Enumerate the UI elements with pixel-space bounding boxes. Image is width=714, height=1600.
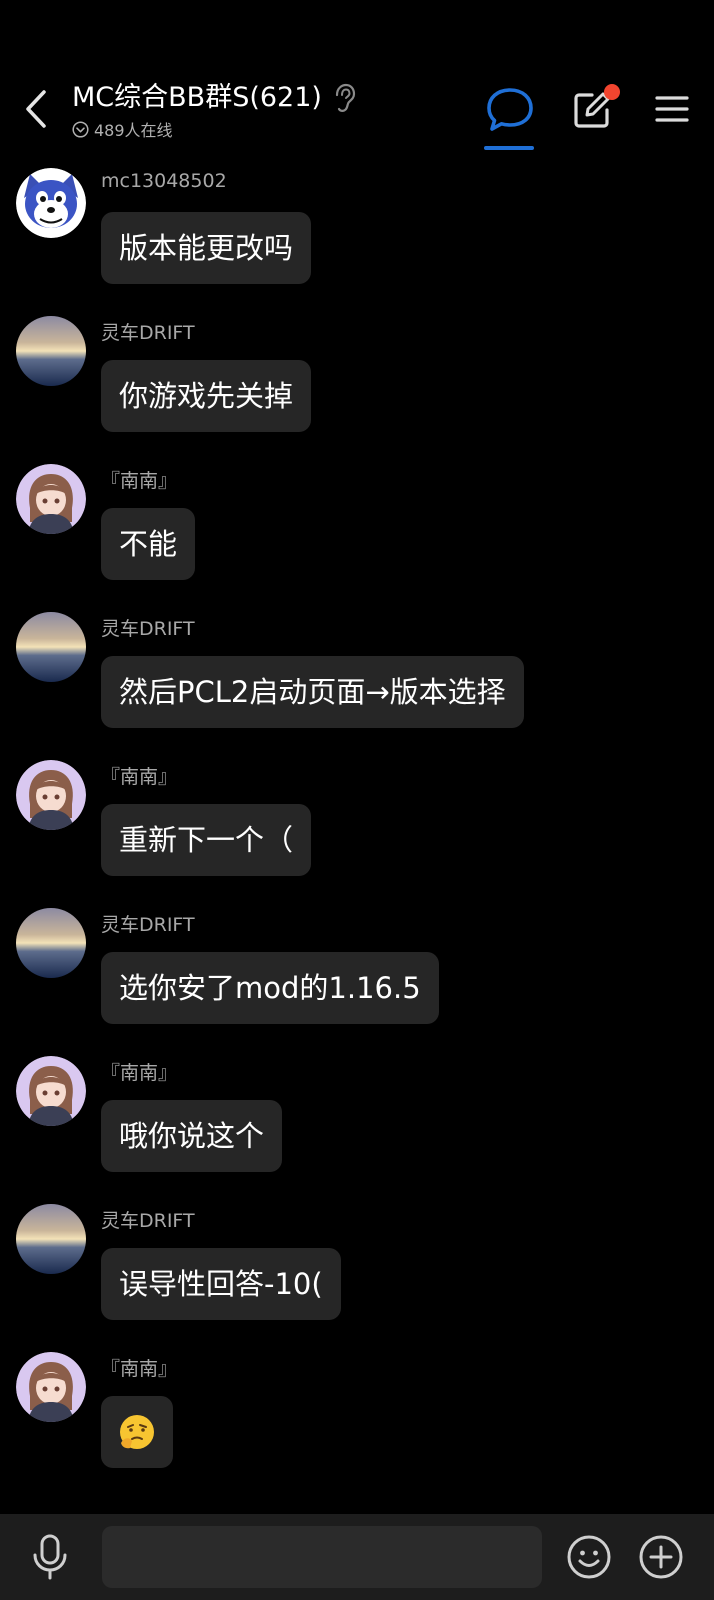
message-input[interactable] [102, 1526, 542, 1588]
sender-name[interactable]: 『南南』 [101, 1354, 177, 1381]
message-bubble[interactable]: 哦你说这个 [101, 1100, 283, 1172]
message-bubble[interactable]: 然后PCL2启动页面→版本选择 [101, 656, 524, 728]
chat-bubble-icon[interactable] [484, 86, 536, 136]
sender-name[interactable]: 灵车DRIFT [101, 614, 195, 641]
back-arrow-icon[interactable] [18, 86, 54, 132]
sunset-sky-avatar[interactable] [16, 908, 86, 978]
message-bubble[interactable]: 重新下一个（ [101, 804, 312, 876]
message-bubble[interactable]: 你游戏先关掉 [101, 360, 312, 432]
message-bubble[interactable]: 选你安了mod的1.16.5 [101, 952, 439, 1024]
chat-header: MC综合BB群S(621) 489人在线 [0, 0, 714, 152]
message-bubble[interactable]: 不能 [101, 508, 196, 580]
active-tab-indicator [484, 146, 534, 150]
message-bubble[interactable] [101, 1396, 173, 1468]
sunset-sky-avatar[interactable] [16, 316, 86, 386]
sender-name[interactable]: 灵车DRIFT [101, 910, 195, 937]
plus-circle-icon[interactable] [638, 1534, 684, 1580]
online-status[interactable]: 489人在线 [72, 118, 173, 140]
blue-dog-avatar[interactable] [16, 168, 86, 238]
online-count: 489人在线 [94, 121, 173, 140]
sender-name[interactable]: 『南南』 [101, 762, 177, 789]
sender-name[interactable]: 灵车DRIFT [101, 1206, 195, 1233]
microphone-icon[interactable] [28, 1532, 72, 1582]
input-bar [0, 1514, 714, 1600]
sender-name[interactable]: mc13048502 [101, 170, 227, 192]
message-bubble[interactable]: 误导性回答-10( [101, 1248, 341, 1320]
sunset-sky-avatar[interactable] [16, 1204, 86, 1274]
notification-dot [604, 84, 620, 100]
anime-girl-avatar[interactable] [16, 1352, 86, 1422]
sender-name[interactable]: 『南南』 [101, 466, 177, 493]
anime-girl-avatar[interactable] [16, 760, 86, 830]
chevron-circle-icon [72, 120, 89, 138]
message-list[interactable]: mc13048502 版本能更改吗 灵车DRIFT 你游戏先关掉 『南南』 不能… [0, 152, 714, 1514]
thinking-face-emoji [120, 1415, 154, 1449]
anime-girl-avatar[interactable] [16, 464, 86, 534]
anime-girl-avatar[interactable] [16, 1056, 86, 1126]
ear-icon[interactable] [332, 83, 356, 113]
sender-name[interactable]: 灵车DRIFT [101, 318, 195, 345]
sender-name[interactable]: 『南南』 [101, 1058, 177, 1085]
smiley-icon[interactable] [566, 1534, 612, 1580]
group-title[interactable]: MC综合BB群S(621) [72, 80, 322, 116]
sunset-sky-avatar[interactable] [16, 612, 86, 682]
message-bubble[interactable]: 版本能更改吗 [101, 212, 312, 284]
menu-icon[interactable] [654, 94, 690, 124]
